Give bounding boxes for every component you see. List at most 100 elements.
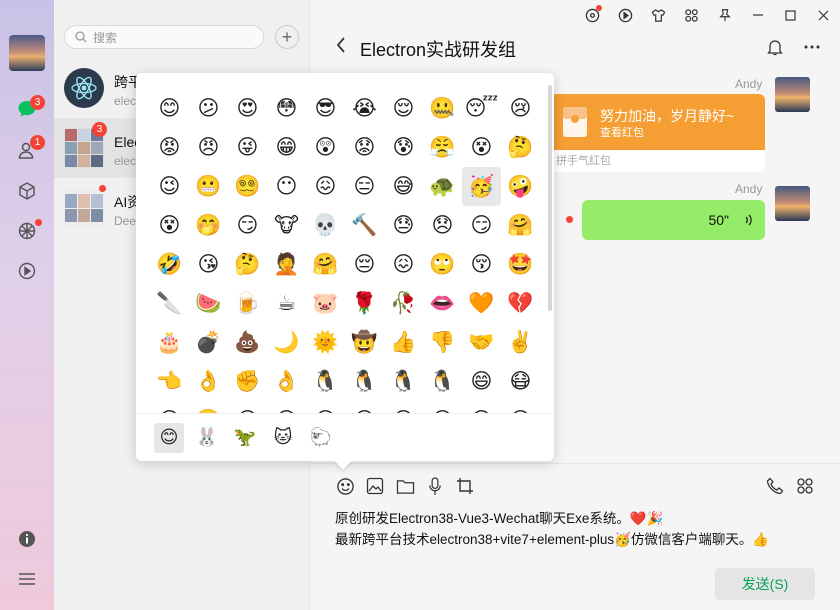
- search-input[interactable]: 搜索: [64, 25, 264, 49]
- emoji-item[interactable]: ✊: [228, 362, 267, 401]
- emoji-item[interactable]: 🐢: [423, 167, 462, 206]
- emoji-scrollbar[interactable]: [548, 85, 552, 311]
- emoji-item[interactable]: 🤣: [150, 245, 189, 284]
- emoji-item[interactable]: 😡: [150, 128, 189, 167]
- crop-icon[interactable]: [455, 476, 475, 496]
- emoji-tab[interactable]: 😊: [154, 422, 184, 453]
- emoji-item[interactable]: 😁: [501, 401, 540, 413]
- emoji-item[interactable]: 🤔: [501, 128, 540, 167]
- emoji-item[interactable]: 😊: [150, 89, 189, 128]
- emoji-item[interactable]: 😁: [345, 401, 384, 413]
- emoji-item[interactable]: ☕: [267, 284, 306, 323]
- menu-icon[interactable]: [16, 568, 38, 590]
- emoji-item[interactable]: 🤦: [267, 245, 306, 284]
- info-icon[interactable]: [16, 528, 38, 550]
- apps-icon[interactable]: [675, 0, 708, 30]
- emoji-item[interactable]: 😅: [384, 167, 423, 206]
- play-icon[interactable]: [609, 0, 642, 30]
- emoji-item[interactable]: 👍: [384, 323, 423, 362]
- emoji-item[interactable]: 🍉: [189, 284, 228, 323]
- emoji-item[interactable]: 💣: [189, 323, 228, 362]
- emoji-item[interactable]: 🐧: [384, 362, 423, 401]
- back-chevron-icon[interactable]: [335, 36, 347, 59]
- emoji-item[interactable]: ✌️: [501, 323, 540, 362]
- emoji-item[interactable]: 🙂: [189, 401, 228, 414]
- emoji-item[interactable]: 😁: [228, 401, 267, 413]
- emoji-item[interactable]: 😁: [423, 401, 462, 413]
- emoji-tab[interactable]: 🐱: [268, 423, 298, 453]
- emoji-item[interactable]: 😬: [189, 167, 228, 206]
- bell-icon[interactable]: [767, 38, 783, 61]
- video-icon[interactable]: [16, 260, 38, 282]
- emoji-item[interactable]: 😌: [384, 89, 423, 128]
- emoji-item[interactable]: 😓: [384, 206, 423, 245]
- emoji-item[interactable]: 🔨: [345, 206, 384, 245]
- redpacket-message[interactable]: 努力加油，岁月静好~ 查看红包 拼手气红包: [550, 94, 765, 172]
- voice-message[interactable]: 50": [582, 200, 765, 240]
- emoji-item[interactable]: 🥀: [384, 284, 423, 323]
- emoji-item[interactable]: 🌞: [306, 323, 345, 362]
- emoji-item[interactable]: 😎: [306, 89, 345, 128]
- emoji-item[interactable]: 🔪: [150, 284, 189, 323]
- emoji-item[interactable]: 😏: [462, 206, 501, 245]
- emoji-item[interactable]: 👄: [423, 284, 462, 323]
- close-icon[interactable]: [807, 0, 840, 30]
- emoji-item[interactable]: 🤗: [501, 206, 540, 245]
- emoji-tab[interactable]: 🐰: [192, 423, 222, 453]
- emoji-item[interactable]: 🍺: [228, 284, 267, 323]
- emoji-item[interactable]: 🙄: [423, 245, 462, 284]
- emoji-item[interactable]: 😄: [462, 362, 501, 401]
- shirt-icon[interactable]: [642, 0, 675, 30]
- user-avatar[interactable]: [9, 35, 45, 71]
- emoji-item[interactable]: 😁: [306, 401, 345, 413]
- emoji-item[interactable]: 😭: [345, 89, 384, 128]
- emoji-item[interactable]: 🤠: [345, 323, 384, 362]
- emoji-item[interactable]: 😖: [384, 245, 423, 284]
- aperture-icon[interactable]: [576, 0, 609, 30]
- emoji-item[interactable]: 👈: [150, 362, 189, 401]
- emoji-item[interactable]: 😘: [189, 245, 228, 284]
- emoji-item[interactable]: 🧡: [462, 284, 501, 323]
- emoji-item[interactable]: 🐧: [306, 362, 345, 401]
- emoji-item[interactable]: 😠: [189, 128, 228, 167]
- emoji-item[interactable]: 😑: [345, 167, 384, 206]
- emoji-item[interactable]: 🤝: [462, 323, 501, 362]
- emoji-item[interactable]: 🌙: [267, 323, 306, 362]
- emoji-item[interactable]: 😟: [345, 128, 384, 167]
- emoji-item[interactable]: 😵: [462, 128, 501, 167]
- emoji-item[interactable]: 🤭: [189, 206, 228, 245]
- add-button[interactable]: +: [275, 25, 299, 49]
- emoji-item[interactable]: 💔: [501, 284, 540, 323]
- emoji-item[interactable]: 😔: [345, 245, 384, 284]
- emoji-item[interactable]: 😉: [150, 167, 189, 206]
- emoji-item[interactable]: 💀: [306, 206, 345, 245]
- emoji-item[interactable]: 🤗: [306, 245, 345, 284]
- emoji-tab[interactable]: 🦖: [230, 423, 260, 453]
- emoji-item[interactable]: 👌: [189, 362, 228, 401]
- pin-icon[interactable]: [708, 0, 741, 30]
- emoji-item[interactable]: 😁: [267, 128, 306, 167]
- emoji-item[interactable]: 🐧: [423, 362, 462, 401]
- emoji-item[interactable]: 😵‍💫: [228, 167, 267, 206]
- emoji-item[interactable]: 🤪: [501, 167, 540, 206]
- minimize-icon[interactable]: [741, 0, 774, 30]
- message-editor[interactable]: 原创研发Electron38-Vue3-Wechat聊天Exe系统。❤️🎉 最新…: [335, 508, 825, 550]
- emoji-item[interactable]: 😶: [267, 401, 306, 413]
- emoji-item[interactable]: 😞: [423, 206, 462, 245]
- cube-icon[interactable]: [16, 180, 38, 202]
- more-apps-icon[interactable]: [795, 476, 815, 496]
- emoji-item[interactable]: 🤔: [228, 245, 267, 284]
- emoji-item[interactable]: 🐷: [306, 284, 345, 323]
- emoji-item[interactable]: 😚: [462, 245, 501, 284]
- emoji-item[interactable]: 🤩: [501, 245, 540, 284]
- emoji-item[interactable]: 😷: [501, 362, 540, 401]
- more-icon[interactable]: [803, 38, 821, 61]
- emoji-item[interactable]: 😖: [306, 167, 345, 206]
- folder-icon[interactable]: [395, 476, 415, 496]
- emoji-item[interactable]: 😴: [462, 89, 501, 128]
- phone-icon[interactable]: [765, 476, 785, 496]
- emoji-item[interactable]: 💩: [228, 323, 267, 362]
- emoji-item[interactable]: 😜: [228, 128, 267, 167]
- emoji-item[interactable]: 😳: [267, 89, 306, 128]
- emoji-item[interactable]: 🎂: [150, 323, 189, 362]
